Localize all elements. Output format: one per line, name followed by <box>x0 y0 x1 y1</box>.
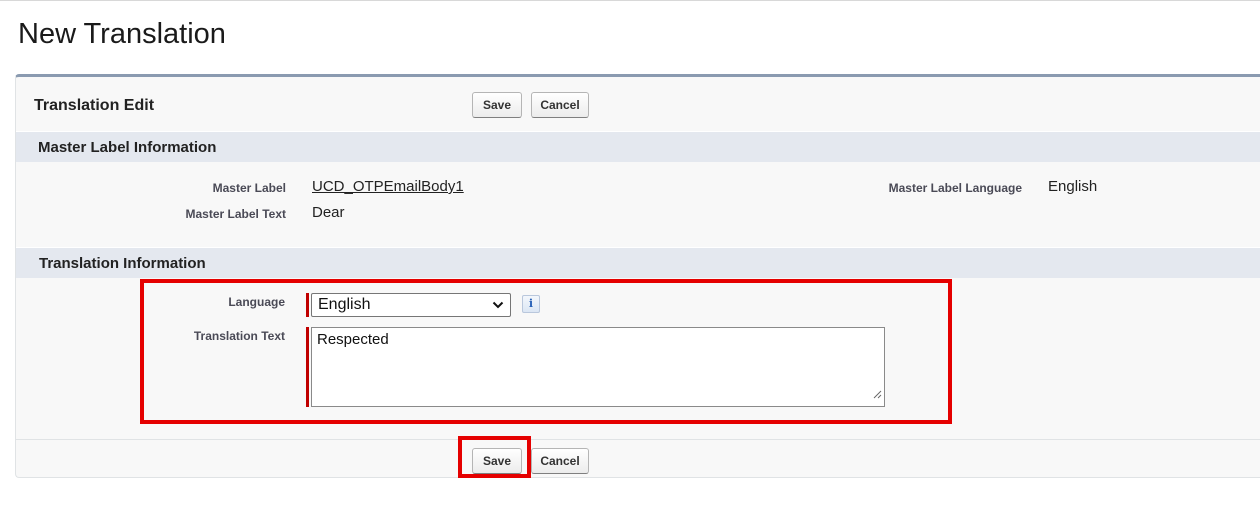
master-label-label: Master Label <box>212 181 286 195</box>
master-label-text-value: Dear <box>312 204 345 221</box>
page-title: New Translation <box>18 18 226 50</box>
footer-divider <box>16 439 1260 440</box>
panel-title: Translation Edit <box>34 97 155 114</box>
master-label-link[interactable]: UCD_OTPEmailBody1 <box>312 178 464 195</box>
master-label-value[interactable]: UCD_OTPEmailBody1 <box>312 178 464 195</box>
master-label-section-title: Master Label Information <box>38 139 217 156</box>
translation-section-title: Translation Information <box>39 255 206 272</box>
cancel-button-top[interactable]: Cancel <box>531 92 589 118</box>
master-label-language-value: English <box>1048 178 1098 195</box>
master-label-language-label: Master Label Language <box>888 181 1022 195</box>
highlight-translation-fields <box>140 279 952 424</box>
master-label-text-label: Master Label Text <box>185 207 286 221</box>
top-divider <box>0 0 1260 1</box>
panel-header: Translation Edit Save Cancel <box>16 77 1260 131</box>
translation-section-header: Translation Information <box>16 247 1260 278</box>
master-label-section-header: Master Label Information <box>16 131 1260 162</box>
cancel-button-bottom[interactable]: Cancel <box>531 448 589 474</box>
save-button-top[interactable]: Save <box>472 92 522 118</box>
highlight-save-button <box>458 436 531 478</box>
